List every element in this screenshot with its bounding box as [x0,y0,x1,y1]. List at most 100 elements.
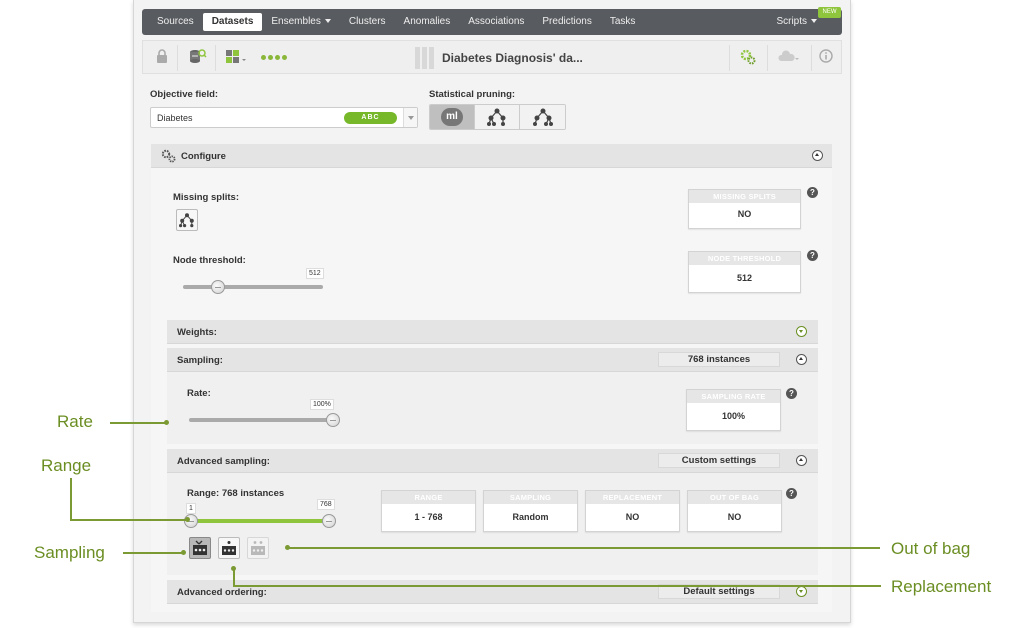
stat-value: 1 - 768 [414,512,443,522]
lock-icon[interactable] [153,49,171,67]
advanced-sampling-body: Range: 768 instances 1 768 RANGE 1 - 768 S… [167,473,818,575]
stat-header: OUT OF BAG [688,491,781,504]
dataset-title: Diabetes Diagnosis' da... [415,47,583,69]
missing-splits-stat: MISSING SPLITS NO [688,189,801,229]
callout-sampling-line [123,552,183,554]
stat-value: NO [737,209,752,219]
rate-knob[interactable] [326,413,340,427]
callout-out-of-bag-line [287,547,880,549]
tree-icon [487,108,506,126]
nav-item-tasks[interactable]: Tasks [601,13,645,31]
weights-title: Weights: [177,327,217,338]
stat-value: NO [727,512,742,522]
objective-field-label: Objective field: [150,89,219,100]
stat-header: SAMPLING RATE [687,390,780,403]
sampling-title: Sampling: [177,355,223,366]
collapse-icon[interactable] [812,150,823,161]
tree-icon [179,213,194,228]
configure-header[interactable]: Configure [151,144,832,168]
callout-rate: Rate [57,412,93,431]
cloud-create-icon[interactable] [777,49,801,67]
expand-icon[interactable] [796,326,807,337]
missing-splits-toggle[interactable] [176,209,198,231]
collapse-icon[interactable] [796,354,807,365]
top-navigation: Sources Datasets Ensembles Clusters Anomalie… [142,9,842,35]
callout-replacement-line-h [233,585,881,587]
help-icon[interactable]: ? [786,488,797,499]
callout-replacement: Replacement [891,577,992,596]
advanced-ordering-header[interactable]: Advanced ordering: Default settings [167,580,818,604]
nav-item-clusters[interactable]: Clusters [340,13,395,31]
nav-item-anomalies[interactable]: Anomalies [395,13,460,31]
callout-range-line-h [70,519,188,521]
help-icon[interactable]: ? [786,388,797,399]
stat-header: MISSING SPLITS [689,190,800,203]
dataset-search-icon[interactable] [189,49,207,67]
stat-value: NO [625,512,640,522]
pruning-smart-button[interactable]: ml [430,105,475,129]
nav-scripts-label: Scripts [776,16,807,27]
replacement-stat: REPLACEMENT NO [585,490,680,532]
model-type-icon[interactable] [225,49,249,67]
advanced-sampling-header[interactable]: Advanced sampling: Custom settings [167,449,818,473]
gears-icon [161,149,177,166]
stat-header: SAMPLING [484,491,577,504]
rate-slider[interactable] [189,418,333,422]
callout-out-of-bag: Out of bag [891,539,971,558]
replacement-toggle[interactable] [218,537,240,559]
out-of-bag-stat: OUT OF BAG NO [687,490,782,532]
nav-item-label: Predictions [542,16,592,27]
select-arrow[interactable] [403,108,417,127]
callout-range-line-v [70,478,72,520]
ml-badge: ml [441,108,463,126]
node-threshold-label: Node threshold: [173,255,246,266]
sampling-summary: 768 instances [658,352,780,367]
nav-item-label: Tasks [609,16,636,27]
pruning-statistical-button[interactable] [475,105,520,129]
help-icon[interactable]: ? [807,187,818,198]
replacement-icon [222,541,236,555]
objective-field-select[interactable]: Diabetes ABC [150,107,418,128]
nav-item-label: Associations [468,16,525,27]
dataset-bars-icon [415,47,434,69]
objective-field-value: Diabetes [157,113,193,123]
node-threshold-stat: NODE THRESHOLD 512 [688,251,801,293]
range-max-bubble: 768 [317,499,335,510]
info-icon[interactable] [817,49,835,67]
node-threshold-slider[interactable] [183,285,323,289]
out-of-bag-toggle[interactable] [247,537,269,559]
node-threshold-bubble: 512 [306,268,324,279]
dataset-toolbar: Diabetes Diagnosis' da... [142,40,842,74]
sampling-random-toggle[interactable] [189,537,211,559]
rate-label: Rate: [187,388,211,399]
sampling-rate-stat: SAMPLING RATE 100% [686,389,781,431]
nav-item-sources[interactable]: Sources [148,13,203,31]
nav-item-associations[interactable]: Associations [459,13,533,31]
range-slider[interactable] [191,519,329,523]
progress-dots [261,55,287,60]
nav-item-label: Ensembles [271,16,321,27]
stat-header: REPLACEMENT [586,491,679,504]
help-icon[interactable]: ? [807,250,818,261]
stat-header: NODE THRESHOLD [689,252,800,265]
configure-gears-icon[interactable] [739,49,757,67]
weights-header[interactable]: Weights: [167,320,818,344]
range-max-knob[interactable] [322,514,336,528]
sampling-header[interactable]: Sampling: 768 instances [167,348,818,372]
nav-item-label: Datasets [211,16,254,27]
collapse-icon[interactable] [796,455,807,466]
nav-item-ensembles[interactable]: Ensembles [262,13,339,31]
random-sampling-icon [193,540,207,555]
stat-value: 100% [721,411,746,421]
stat-value: 512 [736,273,753,283]
node-threshold-knob[interactable] [211,280,225,294]
stat-header: RANGE [382,491,475,504]
nav-item-label: Anomalies [403,16,451,27]
expand-icon[interactable] [796,586,807,597]
nav-item-datasets[interactable]: Datasets [202,13,263,31]
nav-item-predictions[interactable]: Predictions [533,13,600,31]
statistical-pruning-group: ml [429,104,566,130]
range-min-bubble: 1 [186,503,196,514]
chevron-down-icon [324,19,331,24]
pruning-no-button[interactable] [520,105,565,129]
